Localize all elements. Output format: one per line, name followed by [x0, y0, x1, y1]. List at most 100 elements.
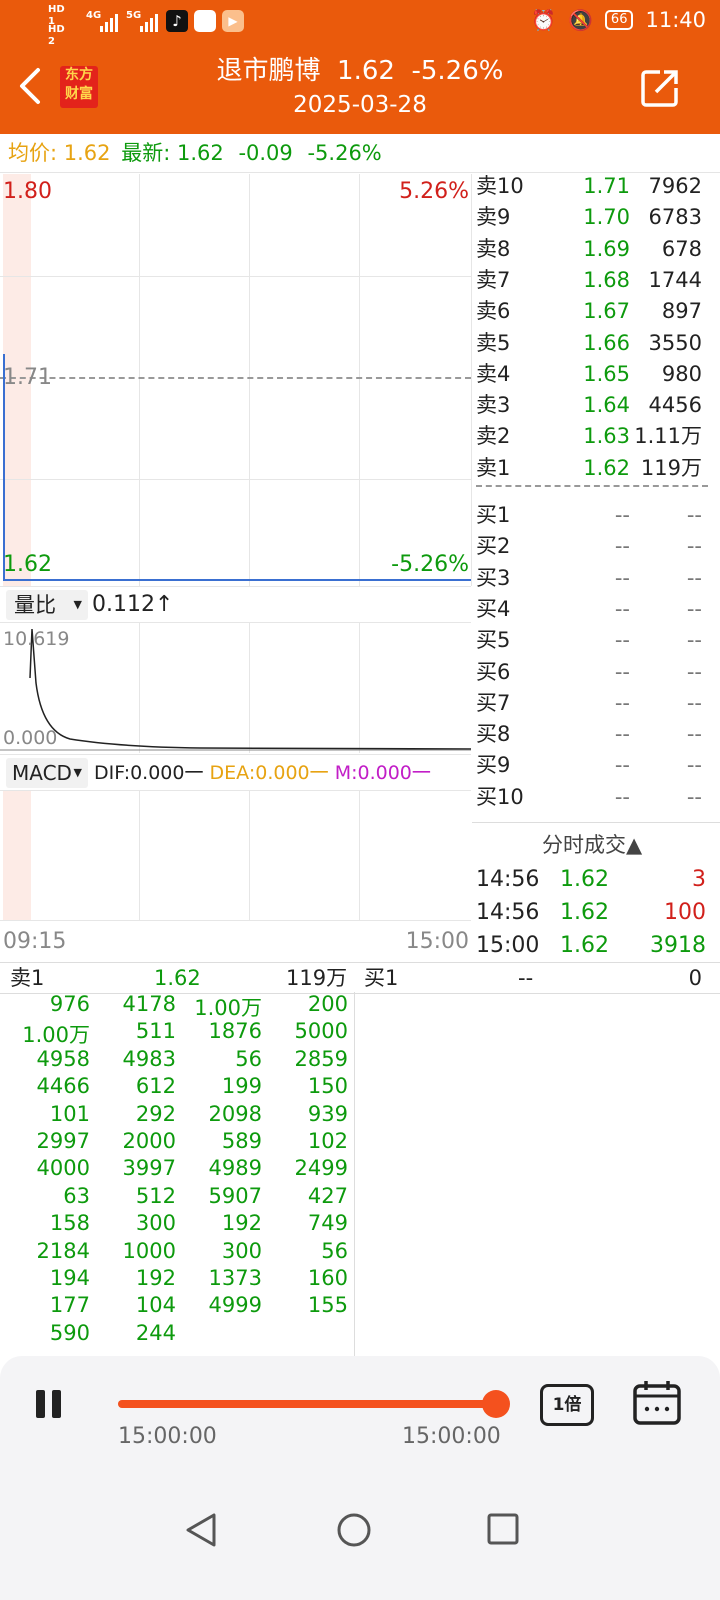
tick-volume: 3 — [692, 867, 706, 892]
sell-level-price: 1.69 — [583, 236, 630, 261]
sell-level-row[interactable]: 卖10 1.71 7962 — [476, 174, 716, 202]
queue-order-cell: 101 — [49, 1101, 90, 1126]
sell-level-row[interactable]: 卖1 1.62 119万 — [476, 453, 716, 484]
queue-order-cell: 511 — [135, 1019, 176, 1044]
buy-level-row[interactable]: 买4 -- -- — [476, 594, 716, 625]
queue-order-cell: 2184 — [36, 1238, 90, 1263]
order-queue-header: 卖1 1.62 119万 买1 -- 0 — [0, 962, 720, 994]
sell-level-row[interactable]: 卖3 1.64 4456 — [476, 390, 716, 421]
buy-level-volume: -- — [686, 753, 702, 778]
price-line — [3, 354, 471, 581]
sell-level-row[interactable]: 卖2 1.63 1.11万 — [476, 421, 716, 452]
buy-level-volume: -- — [686, 503, 702, 527]
status-bar-right: ⏰ 🔕 66 11:40 — [531, 8, 706, 32]
macd-m: M:0.000 — [334, 762, 412, 784]
speed-label: 1倍 — [552, 1395, 582, 1415]
queue-order-cell: 590 — [49, 1320, 90, 1345]
volume-ratio-header: 量比 ▼ 0.112↑ — [0, 586, 471, 623]
queue-order-cell: 2499 — [294, 1156, 348, 1181]
buy-level-label: 买6 — [476, 659, 511, 684]
tick-trades-panel: 分时成交▲ 14:56 1.62 3 14:56 1.62 100 15:00 … — [472, 822, 720, 963]
macd-selector[interactable]: MACD ▼ — [6, 758, 88, 788]
buy-level-row[interactable]: 买5 -- -- — [476, 625, 716, 656]
queue-order-cell: 104 — [135, 1293, 176, 1318]
queue-order-cell: 2000 — [122, 1129, 176, 1153]
queue-order-cell: 1.00万 — [194, 996, 262, 1020]
replay-time-start: 15:00:00 — [118, 1424, 217, 1449]
buy-level-label: 买10 — [476, 784, 524, 809]
buy-level-volume: -- — [686, 628, 702, 653]
pause-button[interactable] — [34, 1390, 66, 1420]
sell-level-label: 卖8 — [476, 236, 511, 261]
replay-slider-knob[interactable] — [482, 1390, 510, 1418]
sell-level-price: 1.67 — [583, 299, 630, 324]
grid-v — [249, 791, 250, 921]
volume-ratio-value: 0.112↑ — [92, 592, 174, 617]
sell-level-price: 1.63 — [583, 424, 630, 449]
queue-sell-label: 卖1 — [10, 966, 45, 990]
queue-order-cell: 155 — [307, 1293, 348, 1318]
tick-row[interactable]: 15:00 1.62 3918 — [476, 929, 706, 962]
queue-order-cell: 4999 — [208, 1293, 262, 1318]
buy-level-label: 买7 — [476, 690, 511, 715]
replay-time-end: 15:00:00 — [402, 1424, 501, 1449]
sell-level-row[interactable]: 卖6 1.67 897 — [476, 296, 716, 327]
calendar-icon[interactable] — [632, 1380, 682, 1426]
buy-level-row[interactable]: 买9 -- -- — [476, 750, 716, 781]
buy-level-row[interactable]: 买10 -- -- — [476, 782, 716, 813]
dea-legend-dash: 一 — [309, 762, 329, 784]
tick-trades-title[interactable]: 分时成交▲ — [542, 829, 642, 859]
buy-level-row[interactable]: 买8 -- -- — [476, 719, 716, 750]
queue-divider — [354, 992, 355, 1356]
volume-ratio-chart[interactable]: 10.619 0.000 — [0, 622, 471, 753]
tick-row[interactable]: 14:56 1.62 3 — [476, 863, 706, 896]
time-axis: 09:15 15:00 — [0, 920, 471, 961]
sell-level-row[interactable]: 卖7 1.68 1744 — [476, 265, 716, 296]
queue-order-cell: 292 — [135, 1101, 176, 1126]
queue-buy-price: -- — [518, 966, 534, 990]
queue-order-cell: 2859 — [294, 1046, 348, 1071]
tick-row[interactable]: 14:56 1.62 100 — [476, 896, 706, 929]
sell-level-row[interactable]: 卖9 1.70 6783 — [476, 202, 716, 233]
sell-level-row[interactable]: 卖4 1.65 980 — [476, 359, 716, 390]
buy-level-row[interactable]: 买3 -- -- — [476, 563, 716, 594]
trade-date[interactable]: 2025-03-28 — [0, 92, 720, 118]
y-top-label: 1.80 — [3, 179, 52, 204]
price-chart[interactable]: 1.80 5.26% 1.71 1.62 -5.26% — [0, 174, 472, 586]
latest-value: 1.62 — [176, 141, 224, 165]
nav-back-icon[interactable] — [184, 1512, 220, 1548]
sell-level-volume: 4456 — [648, 393, 702, 418]
buy-level-price: -- — [614, 690, 630, 715]
sell-level-row[interactable]: 卖8 1.69 678 — [476, 234, 716, 265]
queue-order-cell: 192 — [221, 1211, 262, 1236]
queue-order-cell: 199 — [221, 1074, 262, 1099]
nav-recents-icon[interactable] — [486, 1512, 520, 1546]
nav-home-icon[interactable] — [336, 1512, 372, 1548]
buy-level-row[interactable]: 买2 -- -- — [476, 531, 716, 562]
buy-level-row[interactable]: 买7 -- -- — [476, 688, 716, 719]
queue-order-cell: 3997 — [122, 1156, 176, 1181]
queue-order-cell: 150 — [307, 1074, 348, 1099]
speed-button[interactable]: 1倍 — [540, 1384, 594, 1426]
app-header: HD 1 HD 2 4G 5G ♪ ▶ ⏰ 🔕 66 11:40 东方 财富 退… — [0, 0, 720, 134]
net-4g-label: 4G — [86, 10, 102, 21]
queue-order-cell: 1373 — [208, 1266, 262, 1290]
sell-level-row[interactable]: 卖5 1.66 3550 — [476, 328, 716, 359]
buy-level-row[interactable]: 买1 -- -- — [476, 500, 716, 531]
buy-level-volume: -- — [686, 722, 702, 747]
queue-order-cell: 749 — [307, 1211, 348, 1236]
m-legend-dash: 一 — [411, 762, 431, 784]
sell-level-price: 1.70 — [583, 205, 630, 230]
volume-ratio-selector[interactable]: 量比 ▼ — [6, 590, 88, 620]
macd-dif: DIF:0.000 — [94, 762, 185, 784]
queue-order-cell: 56 — [321, 1238, 348, 1263]
buy-level-volume: -- — [686, 596, 702, 621]
queue-order-cell: 1876 — [208, 1019, 262, 1044]
share-icon[interactable] — [640, 68, 680, 108]
replay-slider-track[interactable] — [118, 1390, 510, 1418]
buy-level-volume: -- — [686, 565, 702, 590]
sell-level-volume: 678 — [661, 236, 702, 261]
macd-values: DIF:0.000一 DEA:0.000一 M:0.000一 — [94, 758, 431, 788]
buy-level-row[interactable]: 买6 -- -- — [476, 657, 716, 688]
macd-chart[interactable] — [0, 790, 471, 921]
